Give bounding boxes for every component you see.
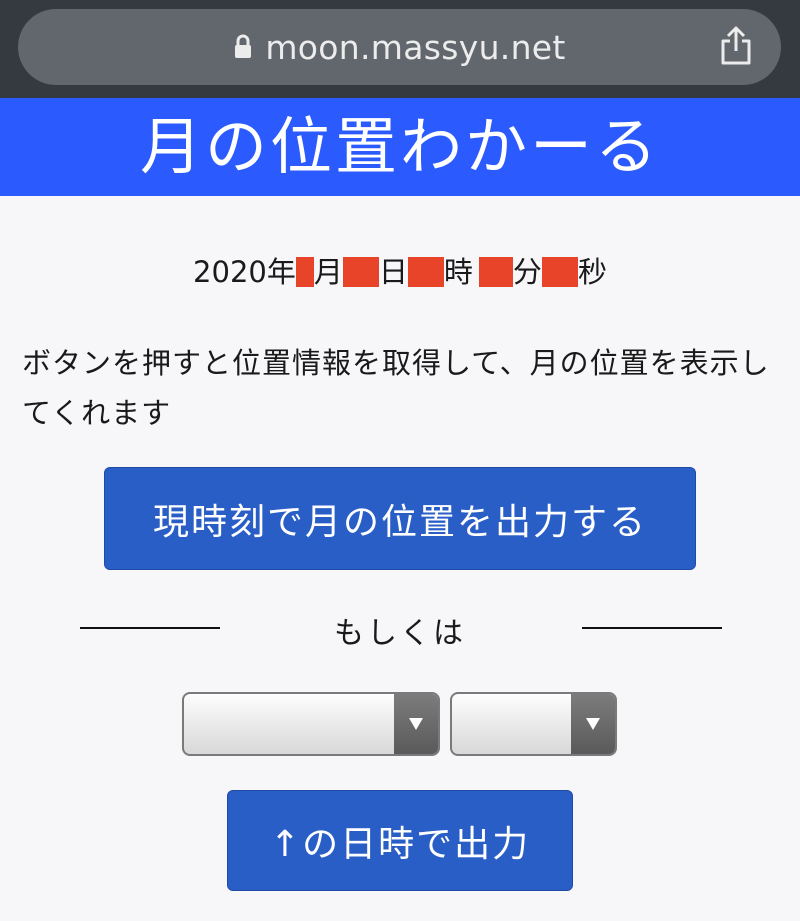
- datetime-month-unit: 月: [313, 255, 343, 289]
- date-select[interactable]: [182, 692, 440, 756]
- datetime-year: 2020: [193, 255, 267, 289]
- current-datetime: 2020年月 日 時 分 秒: [0, 252, 800, 292]
- redacted-month: [295, 257, 314, 287]
- output-current-time-button[interactable]: 現時刻で月の位置を出力する: [104, 467, 696, 570]
- time-select[interactable]: [450, 692, 617, 756]
- address-bar[interactable]: moon.massyu.net: [18, 9, 781, 85]
- url-text: moon.massyu.net: [265, 27, 566, 67]
- output-selected-datetime-button[interactable]: ↑の日時で出力: [227, 790, 573, 891]
- redacted-minute: [478, 257, 513, 287]
- chevron-down-icon: [571, 694, 615, 754]
- datetime-year-unit: 年: [266, 255, 296, 289]
- browser-toolbar: moon.massyu.net: [0, 0, 800, 98]
- datetime-hour-unit: 時: [443, 255, 473, 289]
- share-icon[interactable]: [719, 26, 753, 66]
- datetime-minute-unit: 分: [512, 255, 542, 289]
- chevron-down-icon: [394, 694, 438, 754]
- site-header: 月の位置わかーる: [0, 98, 800, 196]
- redacted-second: [541, 257, 578, 287]
- or-label: もしくは: [334, 616, 466, 651]
- description-text: ボタンを押すと位置情報を取得して、月の位置を表示してくれます: [22, 346, 770, 430]
- datetime-day-unit: 日: [378, 255, 408, 289]
- redacted-hour: [407, 257, 444, 287]
- divider-right: [582, 627, 722, 629]
- datetime-second-unit: 秒: [577, 255, 607, 289]
- site-title: 月の位置わかーる: [139, 110, 660, 183]
- address-content: moon.massyu.net: [18, 9, 781, 85]
- lock-icon: [233, 34, 253, 60]
- redacted-day: [342, 257, 379, 287]
